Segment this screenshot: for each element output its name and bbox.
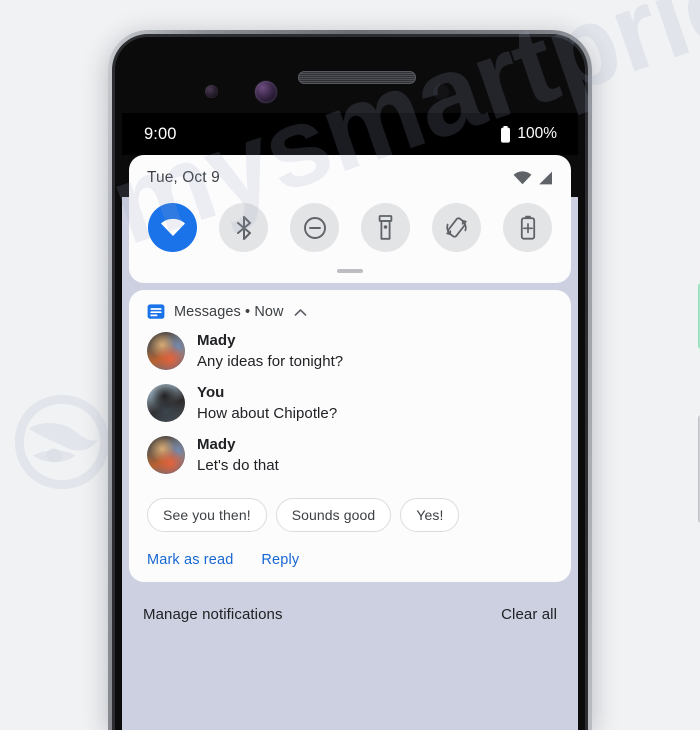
message-list: Mady Any ideas for tonight? You How abou… xyxy=(129,321,571,476)
status-bar-clock: 9:00 xyxy=(144,124,177,143)
flashlight-icon xyxy=(378,215,393,240)
bluetooth-icon xyxy=(236,215,251,240)
do-not-disturb-tile[interactable] xyxy=(290,203,339,252)
chevron-up-icon[interactable] xyxy=(294,308,307,317)
quick-settings-drag-handle[interactable] xyxy=(337,269,363,273)
quick-settings-tiles xyxy=(129,191,571,252)
list-item: You How about Chipotle? xyxy=(147,382,553,424)
phone-device: 9:00 100% Tue, Oct 9 Messages • Now Mady… xyxy=(108,30,700,730)
battery-saver-icon xyxy=(520,215,535,240)
mysmartprice-logo-icon xyxy=(14,394,110,490)
message-text: Let's do that xyxy=(197,457,279,474)
message-body: You How about Chipotle? xyxy=(197,382,337,424)
status-bar: 9:00 100% xyxy=(122,113,578,155)
wifi-tile[interactable] xyxy=(148,203,197,252)
phone-body: 9:00 100% Tue, Oct 9 Messages • Now Mady… xyxy=(115,37,585,730)
quick-settings-date: Tue, Oct 9 xyxy=(147,169,220,186)
message-sender: Mady xyxy=(197,332,236,349)
auto-rotate-tile[interactable] xyxy=(432,203,481,252)
notification-header[interactable]: Messages • Now xyxy=(129,303,571,321)
ambient-light-sensor xyxy=(433,84,449,100)
bluetooth-tile[interactable] xyxy=(219,203,268,252)
auto-rotate-icon xyxy=(446,217,467,238)
messages-notification-card[interactable]: Messages • Now Mady Any ideas for tonigh… xyxy=(129,290,571,582)
notification-actions: Mark as read Reply xyxy=(129,532,571,570)
notification-app-name: Messages • Now xyxy=(174,304,284,320)
do-not-disturb-icon xyxy=(303,216,326,239)
manage-notifications-button[interactable]: Manage notifications xyxy=(143,606,283,623)
avatar xyxy=(147,384,185,422)
notification-shade: Tue, Oct 9 Messages • Now Mady Any ideas… xyxy=(122,155,578,730)
list-item: Mady Any ideas for tonight? xyxy=(147,330,553,372)
flashlight-tile[interactable] xyxy=(361,203,410,252)
quick-settings-status-icons xyxy=(513,171,553,185)
smart-reply-chips: See you then! Sounds good Yes! xyxy=(129,486,571,532)
list-item: Mady Let's do that xyxy=(147,434,553,476)
battery-full-icon xyxy=(501,125,511,143)
phone-screen: 9:00 100% Tue, Oct 9 Messages • Now Mady… xyxy=(122,113,578,730)
avatar xyxy=(147,436,185,474)
message-sender: Mady xyxy=(197,436,236,453)
wifi-icon xyxy=(513,171,532,185)
message-text: Any ideas for tonight? xyxy=(197,353,344,370)
mark-as-read-button[interactable]: Mark as read xyxy=(147,552,233,568)
earpiece-speaker-grille xyxy=(298,71,416,84)
message-text: How about Chipotle? xyxy=(197,405,338,422)
shade-content: Tue, Oct 9 Messages • Now Mady Any ideas… xyxy=(129,155,571,623)
reply-button[interactable]: Reply xyxy=(261,552,299,568)
message-body: Mady Let's do that xyxy=(197,434,279,476)
message-body: Mady Any ideas for tonight? xyxy=(197,330,343,372)
front-camera xyxy=(255,81,277,103)
quick-settings-header: Tue, Oct 9 xyxy=(129,169,571,187)
cellular-signal-icon xyxy=(539,171,552,185)
manage-bar: Manage notifications Clear all xyxy=(129,586,571,623)
avatar xyxy=(147,332,185,370)
message-sender: You xyxy=(197,384,225,401)
quick-settings-handle-wrap xyxy=(129,252,571,273)
battery-saver-tile[interactable] xyxy=(503,203,552,252)
smart-reply-chip-3[interactable]: Yes! xyxy=(400,498,460,532)
proximity-sensor xyxy=(205,85,218,98)
smart-reply-chip-2[interactable]: Sounds good xyxy=(275,498,392,532)
wifi-icon xyxy=(160,218,185,236)
clear-all-button[interactable]: Clear all xyxy=(501,606,557,623)
quick-settings-panel: Tue, Oct 9 xyxy=(129,155,571,283)
messages-app-icon xyxy=(147,304,165,319)
battery-percentage: 100% xyxy=(517,125,557,142)
smart-reply-chip-1[interactable]: See you then! xyxy=(147,498,267,532)
status-bar-right: 100% xyxy=(500,125,557,143)
